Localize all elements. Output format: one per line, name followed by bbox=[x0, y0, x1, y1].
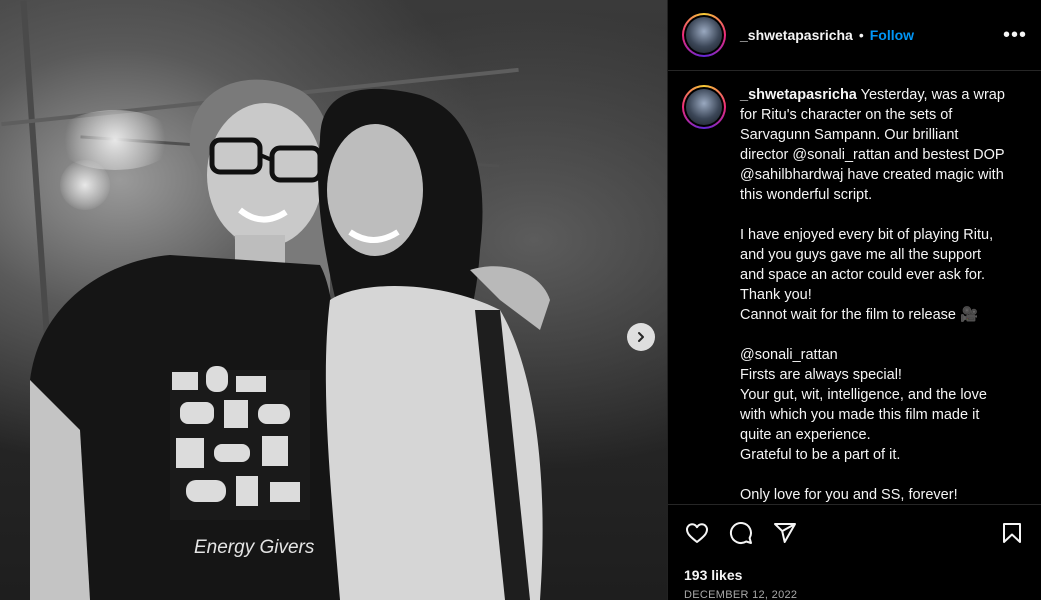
more-options-button[interactable]: ••• bbox=[1003, 25, 1027, 45]
caption-mention[interactable]: @sonali_rattan bbox=[740, 345, 1008, 365]
send-icon bbox=[774, 523, 796, 543]
share-button[interactable] bbox=[772, 520, 798, 546]
caption-line: Only love for you and SS, forever! bbox=[740, 487, 958, 503]
comment-icon bbox=[729, 522, 752, 544]
caption-avatar[interactable] bbox=[682, 85, 726, 129]
chevron-right-icon bbox=[638, 332, 644, 342]
heart-icon bbox=[686, 523, 708, 543]
caption-line: Cannot wait for the film to release 🎥 bbox=[740, 307, 979, 323]
post-side-panel: _shwetapasricha • Follow ••• _shwetapasr… bbox=[667, 0, 1041, 600]
caption-line: Firsts are always special! bbox=[740, 367, 902, 383]
caption-line: Your gut, wit, intelligence, and the lov… bbox=[740, 387, 987, 443]
caption-line: _shwetapasricha Yesterday, was a wrap fo… bbox=[740, 87, 1005, 203]
post-caption: _shwetapasricha Yesterday, was a wrap fo… bbox=[740, 85, 1008, 504]
action-bar bbox=[684, 517, 1025, 549]
shirt-text: Energy Givers bbox=[194, 537, 315, 558]
caption-line: I have enjoyed every bit of playing Ritu… bbox=[740, 227, 994, 303]
likes-count[interactable]: 193 likes bbox=[684, 567, 1025, 583]
post-actions-area: 193 likes December 12, 2022 bbox=[668, 504, 1041, 600]
comments-section[interactable]: _shwetapasricha Yesterday, was a wrap fo… bbox=[668, 71, 1041, 504]
bookmark-icon bbox=[1003, 523, 1021, 543]
avatar-image bbox=[686, 89, 722, 125]
next-photo-button[interactable] bbox=[627, 323, 655, 351]
caption-username[interactable]: _shwetapasricha bbox=[740, 87, 857, 103]
follow-button[interactable]: Follow bbox=[870, 27, 914, 43]
like-button[interactable] bbox=[684, 520, 710, 546]
post-date[interactable]: December 12, 2022 bbox=[684, 589, 1025, 600]
avatar[interactable] bbox=[682, 13, 726, 57]
header-username[interactable]: _shwetapasricha bbox=[740, 27, 853, 43]
person-right bbox=[318, 88, 550, 600]
caption-row: _shwetapasricha Yesterday, was a wrap fo… bbox=[682, 85, 1027, 504]
separator-dot: • bbox=[858, 27, 864, 43]
comment-button[interactable] bbox=[728, 520, 754, 546]
post-header: _shwetapasricha • Follow ••• bbox=[668, 0, 1041, 71]
save-button[interactable] bbox=[999, 520, 1025, 546]
caption-line: Grateful to be a part of it. bbox=[740, 447, 901, 463]
avatar-image bbox=[686, 17, 722, 53]
post-photo[interactable]: Energy Givers bbox=[0, 0, 667, 600]
